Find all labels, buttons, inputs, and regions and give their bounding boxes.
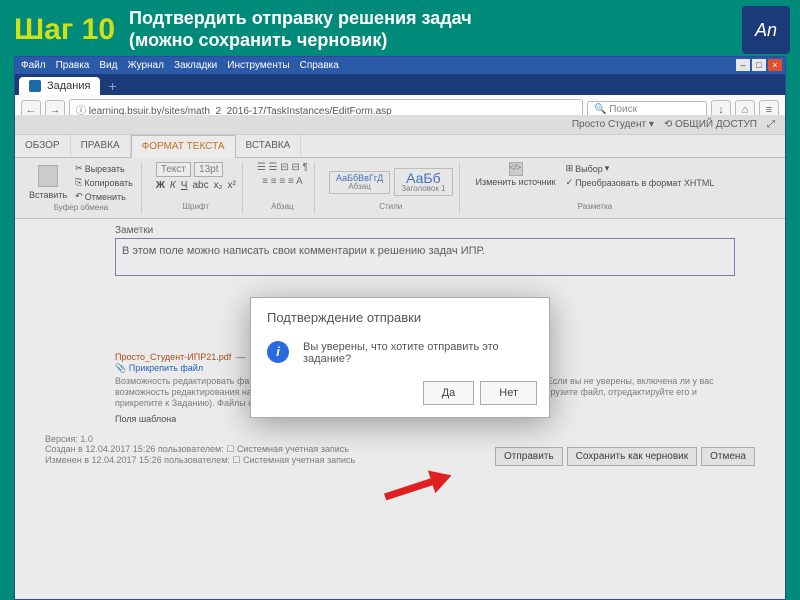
browser-tab[interactable]: Задания [19, 77, 100, 95]
menu-bookmarks[interactable]: Закладки [174, 60, 217, 71]
dialog-text: Вы уверены, что хотите отправить это зад… [303, 341, 533, 365]
confirm-dialog: Подтверждение отправки i Вы уверены, что… [250, 297, 550, 418]
new-tab-button[interactable]: + [108, 78, 116, 94]
university-logo: An [742, 6, 790, 54]
menu-edit[interactable]: Правка [56, 60, 90, 71]
menu-help[interactable]: Справка [300, 60, 339, 71]
dialog-yes-button[interactable]: Да [423, 381, 475, 405]
step-desc-line2: (можно сохранить черновик) [129, 30, 472, 52]
dialog-no-button[interactable]: Нет [480, 381, 537, 405]
tab-favicon [29, 80, 41, 92]
maximize-button[interactable]: □ [752, 59, 766, 71]
step-number: Шаг 10 [14, 13, 115, 47]
tab-title: Задания [47, 80, 90, 92]
step-description: Подтвердить отправку решения задач (можн… [129, 8, 472, 51]
modal-backdrop: Подтверждение отправки i Вы уверены, что… [15, 115, 785, 599]
browser-window: Файл Правка Вид Журнал Закладки Инструме… [14, 56, 786, 600]
search-placeholder: Поиск [609, 104, 637, 115]
page-content: Просто Студент ▾ ⟲ ОБЩИЙ ДОСТУП ⤢ ОБЗОР … [15, 115, 785, 599]
menu-tools[interactable]: Инструменты [227, 60, 289, 71]
menu-file[interactable]: Файл [21, 60, 46, 71]
dialog-title: Подтверждение отправки [251, 298, 549, 333]
browser-menubar: Файл Правка Вид Журнал Закладки Инструме… [15, 57, 785, 74]
tab-bar: Задания + [15, 74, 785, 95]
minimize-button[interactable]: – [736, 59, 750, 71]
menu-history[interactable]: Журнал [127, 60, 164, 71]
close-button[interactable]: × [768, 59, 782, 71]
step-desc-line1: Подтвердить отправку решения задач [129, 8, 472, 30]
menu-view[interactable]: Вид [99, 60, 117, 71]
info-icon: i [267, 341, 289, 363]
